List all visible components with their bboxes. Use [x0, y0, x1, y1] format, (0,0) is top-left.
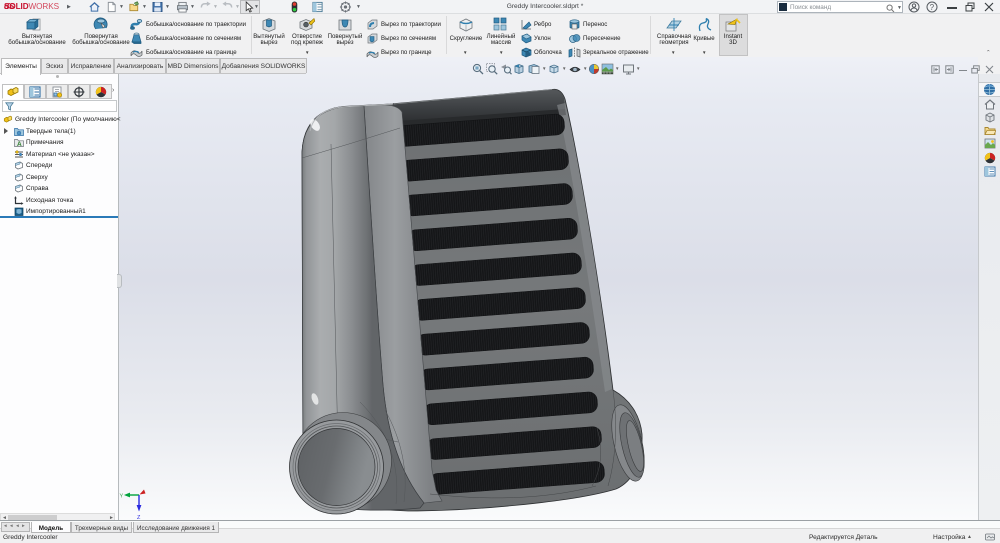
- svg-text:A: A: [17, 141, 22, 147]
- svg-text:Y: Y: [120, 494, 124, 500]
- svg-text:?: ?: [930, 3, 935, 12]
